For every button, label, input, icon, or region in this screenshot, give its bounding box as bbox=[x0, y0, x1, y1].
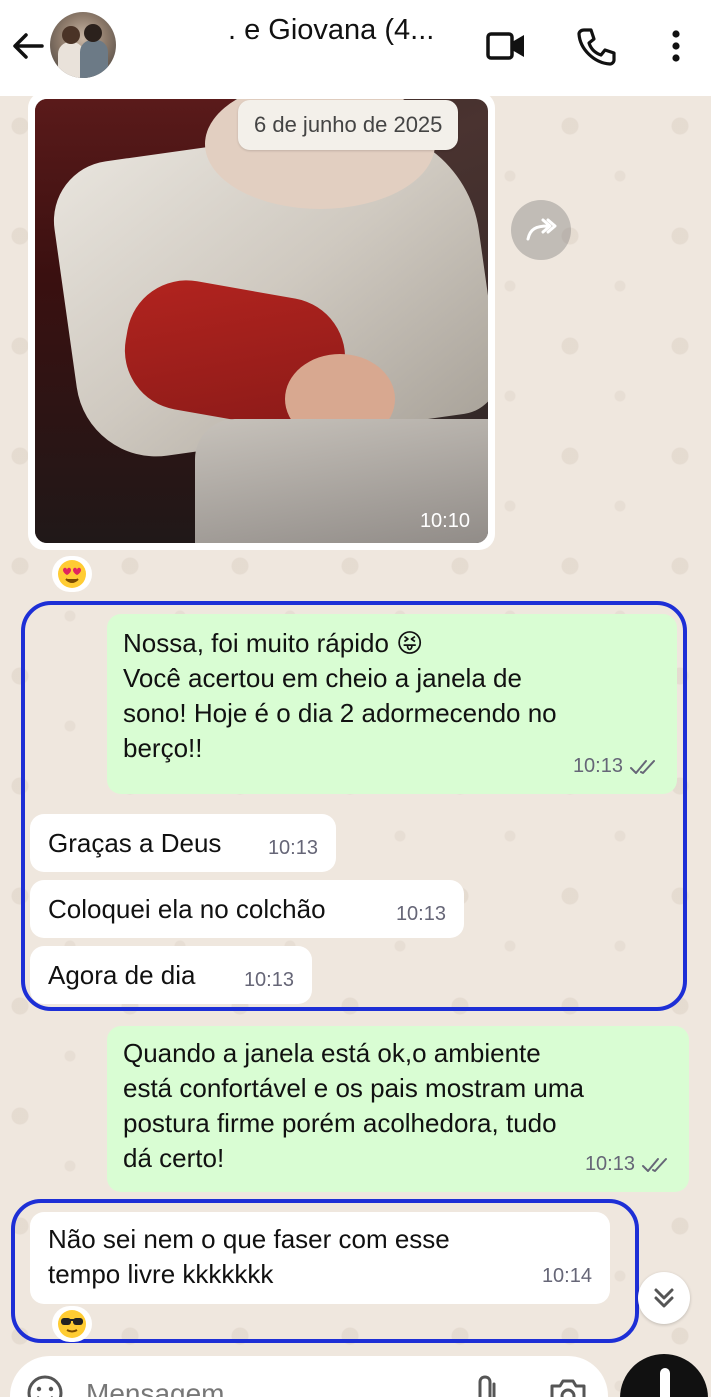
avatar[interactable] bbox=[50, 12, 116, 78]
message-meta: 10:13 bbox=[585, 1147, 671, 1182]
double-check-icon bbox=[630, 759, 655, 774]
outgoing-message[interactable]: Nossa, foi muito rápido 😝 Você acertou e… bbox=[107, 614, 677, 794]
message-text: Graças a Deus bbox=[48, 828, 222, 858]
phone-icon[interactable] bbox=[574, 24, 618, 68]
incoming-message[interactable]: Coloquei ela no colchão 10:13 bbox=[30, 880, 464, 938]
message-input[interactable]: Mensagem bbox=[86, 1378, 225, 1397]
camera-icon[interactable] bbox=[548, 1374, 588, 1397]
message-meta: 10:13 bbox=[396, 897, 446, 932]
more-vertical-icon[interactable] bbox=[654, 24, 698, 68]
message-time: 10:13 bbox=[267, 837, 318, 859]
message-time: 10:13 bbox=[572, 755, 623, 777]
incoming-message[interactable]: Não sei nem o que faser com esse tempo l… bbox=[30, 1212, 610, 1304]
forward-button[interactable] bbox=[511, 200, 571, 260]
reaction-badge[interactable] bbox=[52, 1306, 92, 1342]
forward-icon bbox=[526, 218, 557, 241]
message-line: Quando a janela está ok,o ambiente bbox=[123, 1038, 541, 1068]
message-time: 10:14 bbox=[541, 1265, 592, 1287]
incoming-message[interactable]: Graças a Deus 10:13 bbox=[30, 814, 336, 872]
heart-eyes-emoji-icon bbox=[58, 560, 86, 588]
message-meta: 10:13 bbox=[573, 749, 659, 784]
message-line: Nossa, foi muito rápido 😝 bbox=[123, 628, 424, 658]
message-meta: 10:14 bbox=[542, 1259, 592, 1294]
paperclip-icon[interactable] bbox=[472, 1374, 506, 1397]
microphone-icon bbox=[660, 1368, 670, 1397]
scroll-down-button[interactable] bbox=[638, 1272, 690, 1324]
double-check-icon bbox=[642, 1157, 667, 1172]
message-time: 10:13 bbox=[243, 969, 294, 991]
message-meta: 10:13 bbox=[268, 831, 318, 866]
message-text: Coloquei ela no colchão bbox=[48, 894, 326, 924]
chat-header: . e Giovana (4... bbox=[0, 0, 711, 96]
message-time: 10:10 bbox=[419, 510, 470, 532]
arrow-left-icon[interactable] bbox=[8, 26, 48, 66]
message-line: postura firme porém acolhedora, tudo bbox=[123, 1108, 557, 1138]
reaction-badge[interactable] bbox=[52, 556, 92, 592]
message-text: Agora de dia bbox=[48, 960, 196, 990]
chat-area[interactable]: 10:10 6 de junho de 2025 Nossa, foi muit… bbox=[0, 96, 711, 1397]
message-meta: 10:13 bbox=[244, 963, 294, 998]
video-camera-icon[interactable] bbox=[484, 24, 528, 68]
message-line: está confortável e os pais mostram uma bbox=[123, 1073, 584, 1103]
date-separator: 6 de junho de 2025 bbox=[238, 100, 459, 150]
chevron-double-down-icon bbox=[654, 1288, 674, 1308]
outgoing-message[interactable]: Quando a janela está ok,o ambiente está … bbox=[107, 1026, 689, 1192]
baby-photo[interactable]: 10:10 bbox=[35, 99, 488, 543]
message-line: Você acertou em cheio a janela de bbox=[123, 663, 522, 693]
incoming-message[interactable]: Agora de dia 10:13 bbox=[30, 946, 312, 1004]
emoji-icon[interactable] bbox=[26, 1374, 64, 1397]
message-time: 10:13 bbox=[584, 1153, 635, 1175]
message-line: Não sei nem o que faser com esse bbox=[48, 1224, 450, 1254]
message-line: sono! Hoje é o dia 2 adormecendo no bbox=[123, 698, 557, 728]
message-time: 10:13 bbox=[395, 903, 446, 925]
photo-message[interactable]: 10:10 bbox=[28, 96, 495, 550]
chat-title[interactable]: . e Giovana (4... bbox=[228, 14, 434, 47]
sunglasses-emoji-icon bbox=[58, 1310, 86, 1338]
message-line: tempo livre kkkkkkk bbox=[48, 1259, 274, 1289]
message-input-bar[interactable]: Mensagem bbox=[10, 1356, 608, 1397]
